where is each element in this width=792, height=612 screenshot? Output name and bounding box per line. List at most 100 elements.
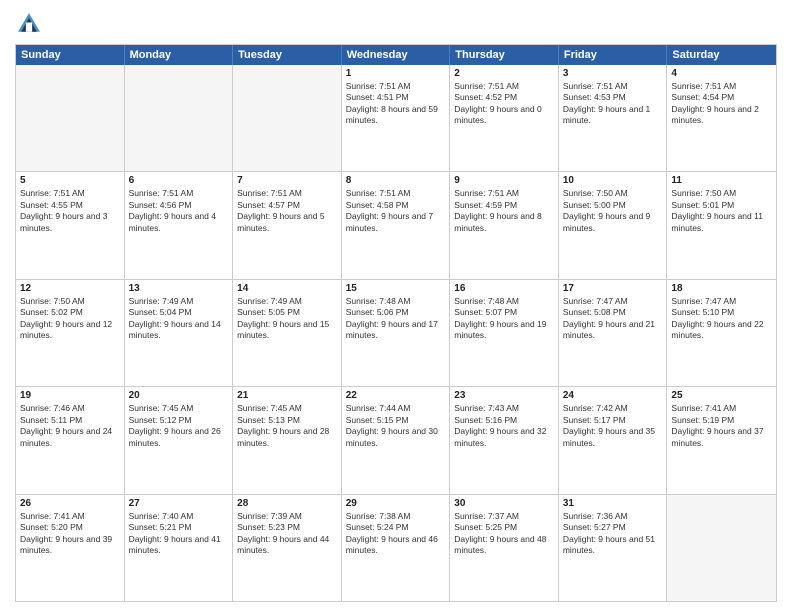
calendar-header: SundayMondayTuesdayWednesdayThursdayFrid… [16,45,776,65]
day-info: Sunrise: 7:51 AMSunset: 4:52 PMDaylight:… [454,81,554,127]
day-number: 22 [346,390,446,401]
calendar-day-10: 10 Sunrise: 7:50 AMSunset: 5:00 PMDayligh… [559,172,668,278]
calendar-day-3: 3 Sunrise: 7:51 AMSunset: 4:53 PMDaylight… [559,65,668,171]
weekday-header-thursday: Thursday [450,45,559,65]
day-info: Sunrise: 7:49 AMSunset: 5:05 PMDaylight:… [237,296,337,342]
day-number: 25 [671,390,772,401]
calendar-day-15: 15Sunrise: 7:48 AMSunset: 5:06 PMDayligh… [342,280,451,386]
day-info: Sunrise: 7:50 AMSunset: 5:01 PMDaylight:… [671,188,772,234]
day-number: 6 [129,175,229,186]
calendar-row-1: 5 Sunrise: 7:51 AMSunset: 4:55 PMDaylight… [16,171,776,278]
weekday-header-friday: Friday [559,45,668,65]
day-info: Sunrise: 7:37 AMSunset: 5:25 PMDaylight:… [454,511,554,557]
calendar-empty-cell [125,65,234,171]
calendar-day-23: 23 Sunrise: 7:43 AMSunset: 5:16 PMDayligh… [450,387,559,493]
day-info: Sunrise: 7:39 AMSunset: 5:23 PMDaylight:… [237,511,337,557]
day-info: Sunrise: 7:51 AMSunset: 4:56 PMDaylight:… [129,188,229,234]
calendar-day-14: 14 Sunrise: 7:49 AMSunset: 5:05 PMDayligh… [233,280,342,386]
day-number: 17 [563,283,663,294]
calendar-day-9: 9Sunrise: 7:51 AMSunset: 4:59 PMDaylight… [450,172,559,278]
weekday-header-sunday: Sunday [16,45,125,65]
day-info: Sunrise: 7:44 AMSunset: 5:15 PMDaylight:… [346,403,446,449]
day-info: Sunrise: 7:51 AMSunset: 4:58 PMDaylight:… [346,188,446,234]
calendar-day-21: 21 Sunrise: 7:45 AMSunset: 5:13 PMDayligh… [233,387,342,493]
day-info: Sunrise: 7:38 AMSunset: 5:24 PMDaylight:… [346,511,446,557]
weekday-header-wednesday: Wednesday [342,45,451,65]
calendar-empty-cell [16,65,125,171]
day-info: Sunrise: 7:47 AMSunset: 5:10 PMDaylight:… [671,296,772,342]
day-number: 20 [129,390,229,401]
day-info: Sunrise: 7:50 AMSunset: 5:02 PMDaylight:… [20,296,120,342]
day-number: 16 [454,283,554,294]
day-info: Sunrise: 7:51 AMSunset: 4:54 PMDaylight:… [671,81,772,127]
calendar-day-4: 4 Sunrise: 7:51 AMSunset: 4:54 PMDaylight… [667,65,776,171]
calendar: SundayMondayTuesdayWednesdayThursdayFrid… [15,44,777,602]
calendar-day-11: 11 Sunrise: 7:50 AMSunset: 5:01 PMDayligh… [667,172,776,278]
weekday-header-saturday: Saturday [667,45,776,65]
calendar-day-17: 17Sunrise: 7:47 AMSunset: 5:08 PMDayligh… [559,280,668,386]
calendar-day-26: 26 Sunrise: 7:41 AMSunset: 5:20 PMDayligh… [16,495,125,601]
day-info: Sunrise: 7:45 AMSunset: 5:13 PMDaylight:… [237,403,337,449]
day-number: 1 [346,68,446,79]
calendar-row-3: 19 Sunrise: 7:46 AMSunset: 5:11 PMDayligh… [16,386,776,493]
calendar-row-4: 26 Sunrise: 7:41 AMSunset: 5:20 PMDayligh… [16,494,776,601]
day-number: 23 [454,390,554,401]
day-info: Sunrise: 7:43 AMSunset: 5:16 PMDaylight:… [454,403,554,449]
day-info: Sunrise: 7:51 AMSunset: 4:59 PMDaylight:… [454,188,554,234]
calendar-day-12: 12Sunrise: 7:50 AMSunset: 5:02 PMDayligh… [16,280,125,386]
calendar-day-28: 28 Sunrise: 7:39 AMSunset: 5:23 PMDayligh… [233,495,342,601]
calendar-day-29: 29Sunrise: 7:38 AMSunset: 5:24 PMDayligh… [342,495,451,601]
day-info: Sunrise: 7:46 AMSunset: 5:11 PMDaylight:… [20,403,120,449]
day-info: Sunrise: 7:40 AMSunset: 5:21 PMDaylight:… [129,511,229,557]
calendar-row-0: 1 Sunrise: 7:51 AMSunset: 4:51 PMDaylight… [16,65,776,171]
day-number: 26 [20,498,120,509]
logo-icon [15,10,43,38]
day-info: Sunrise: 7:51 AMSunset: 4:55 PMDaylight:… [20,188,120,234]
calendar-empty-cell [233,65,342,171]
day-number: 2 [454,68,554,79]
calendar-day-1: 1 Sunrise: 7:51 AMSunset: 4:51 PMDaylight… [342,65,451,171]
day-number: 30 [454,498,554,509]
day-number: 28 [237,498,337,509]
day-info: Sunrise: 7:51 AMSunset: 4:51 PMDaylight:… [346,81,446,127]
logo [15,10,47,38]
day-number: 24 [563,390,663,401]
day-info: Sunrise: 7:50 AMSunset: 5:00 PMDaylight:… [563,188,663,234]
calendar-day-19: 19 Sunrise: 7:46 AMSunset: 5:11 PMDayligh… [16,387,125,493]
day-info: Sunrise: 7:51 AMSunset: 4:53 PMDaylight:… [563,81,663,127]
day-number: 14 [237,283,337,294]
day-number: 8 [346,175,446,186]
day-number: 3 [563,68,663,79]
day-info: Sunrise: 7:36 AMSunset: 5:27 PMDaylight:… [563,511,663,557]
day-number: 19 [20,390,120,401]
calendar-day-7: 7 Sunrise: 7:51 AMSunset: 4:57 PMDaylight… [233,172,342,278]
day-number: 7 [237,175,337,186]
day-number: 21 [237,390,337,401]
day-number: 10 [563,175,663,186]
calendar-empty-cell [667,495,776,601]
weekday-header-tuesday: Tuesday [233,45,342,65]
calendar-day-24: 24 Sunrise: 7:42 AMSunset: 5:17 PMDayligh… [559,387,668,493]
calendar-body: 1 Sunrise: 7:51 AMSunset: 4:51 PMDaylight… [16,65,776,601]
calendar-day-16: 16 Sunrise: 7:48 AMSunset: 5:07 PMDayligh… [450,280,559,386]
day-info: Sunrise: 7:48 AMSunset: 5:06 PMDaylight:… [346,296,446,342]
calendar-day-8: 8 Sunrise: 7:51 AMSunset: 4:58 PMDaylight… [342,172,451,278]
day-info: Sunrise: 7:41 AMSunset: 5:20 PMDaylight:… [20,511,120,557]
day-info: Sunrise: 7:48 AMSunset: 5:07 PMDaylight:… [454,296,554,342]
page: SundayMondayTuesdayWednesdayThursdayFrid… [0,0,792,612]
calendar-day-13: 13Sunrise: 7:49 AMSunset: 5:04 PMDayligh… [125,280,234,386]
day-number: 18 [671,283,772,294]
calendar-day-18: 18 Sunrise: 7:47 AMSunset: 5:10 PMDayligh… [667,280,776,386]
day-number: 11 [671,175,772,186]
calendar-day-20: 20 Sunrise: 7:45 AMSunset: 5:12 PMDayligh… [125,387,234,493]
calendar-day-25: 25Sunrise: 7:41 AMSunset: 5:19 PMDayligh… [667,387,776,493]
day-info: Sunrise: 7:42 AMSunset: 5:17 PMDaylight:… [563,403,663,449]
day-number: 4 [671,68,772,79]
day-info: Sunrise: 7:49 AMSunset: 5:04 PMDaylight:… [129,296,229,342]
header [15,10,777,38]
day-info: Sunrise: 7:51 AMSunset: 4:57 PMDaylight:… [237,188,337,234]
day-info: Sunrise: 7:45 AMSunset: 5:12 PMDaylight:… [129,403,229,449]
day-number: 5 [20,175,120,186]
weekday-header-monday: Monday [125,45,234,65]
calendar-day-6: 6 Sunrise: 7:51 AMSunset: 4:56 PMDaylight… [125,172,234,278]
